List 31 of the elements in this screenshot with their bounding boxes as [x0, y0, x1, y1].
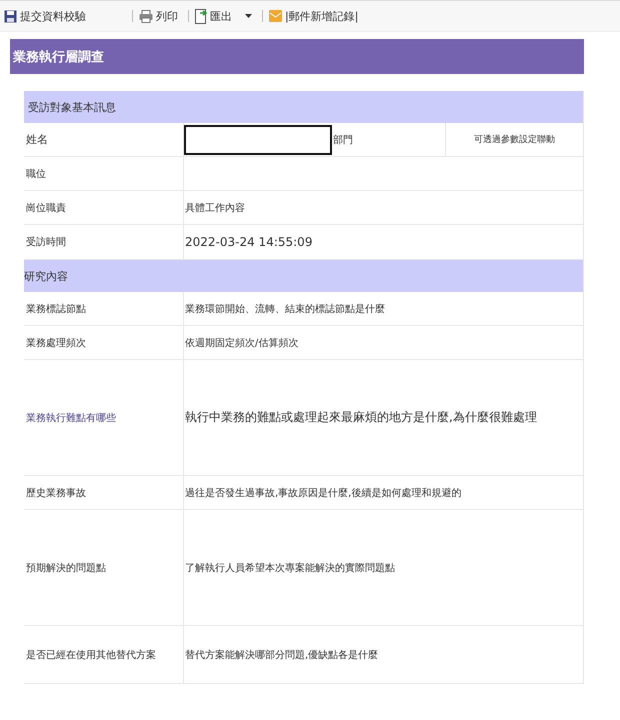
value-text: 具體工作內容	[185, 202, 245, 214]
export-document-icon	[195, 8, 207, 24]
value-text: 替代方案能解決哪部分問題,優缺點各是什麼	[185, 648, 378, 662]
value-text: 業務環節開始、流轉、結束的標誌節點是什麼	[185, 302, 385, 316]
toolbar-button[interactable]: |郵件新增記錄|	[267, 8, 364, 24]
value-text: 過往是否發生過事故,事故原因是什麼,後續是如何處理和規避的	[185, 486, 462, 500]
field-label: 業務執行難點有哪些	[26, 412, 116, 424]
form-title: 業務執行層調查	[10, 39, 584, 74]
section-header: 研究內容	[24, 260, 583, 292]
field-label: 職位	[26, 168, 46, 180]
name-input-field[interactable]	[184, 124, 332, 154]
department-label: 部門	[332, 134, 354, 146]
field-label: 業務標誌節點	[26, 302, 86, 316]
field-label: 姓名	[26, 132, 48, 147]
field-label: 崗位職責	[26, 202, 66, 214]
envelope-icon	[269, 10, 282, 22]
value-text: 2022-03-24 14:55:09	[185, 235, 312, 249]
printer-icon	[139, 10, 153, 22]
toolbar-button[interactable]: 列印	[137, 8, 184, 24]
field-label: 受訪時間	[26, 236, 66, 249]
value-text: 執行中業務的難點或處理起來最麻煩的地方是什麼,為什麼很難處理	[185, 409, 537, 426]
field-label: 是否已經在使用其他替代方案	[26, 648, 156, 662]
value-text: 了解執行人員希望本次專案能解決的實際問題點	[185, 562, 395, 574]
toolbar-button[interactable]: 匯出	[193, 8, 258, 24]
note-cell: 可透過參數設定聯動	[445, 123, 583, 156]
field-label: 歷史業務事故	[26, 486, 86, 500]
value-text: 依週期固定頻次/估算頻次	[185, 336, 298, 350]
section-header: 受訪對象基本訊息	[24, 91, 583, 123]
field-label: 業務處理頻次	[26, 336, 86, 350]
toolbar-button[interactable]: 提交資料校驗	[2, 8, 92, 24]
field-label: 預期解決的問題點	[26, 562, 106, 574]
